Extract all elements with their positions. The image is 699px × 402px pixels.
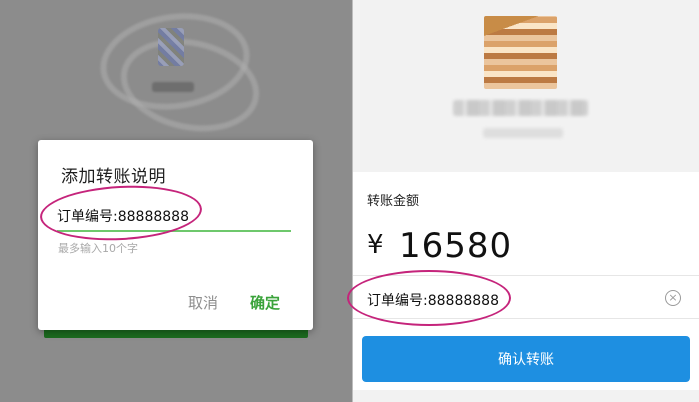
confirm-button[interactable]: 确定 — [250, 292, 280, 313]
note-input[interactable]: 订单编号:88888888 — [57, 206, 291, 226]
confirm-transfer-button[interactable]: 确认转账 — [362, 336, 690, 382]
amount-input[interactable]: 16580 — [399, 226, 512, 266]
blurred-payee-name — [453, 100, 588, 116]
transfer-form: 转账金额 ¥ 16580 订单编号:88888888 × 确认转账 — [353, 172, 699, 402]
right-screen: 转账金额 ¥ 16580 订单编号:88888888 × 确认转账 — [353, 0, 699, 402]
confirm-transfer-label: 确认转账 — [498, 352, 554, 368]
transfer-note-input[interactable]: 订单编号:88888888 — [367, 290, 499, 310]
bottom-spacer — [353, 390, 699, 402]
blurred-payee-account — [483, 128, 563, 138]
currency-symbol: ¥ — [367, 230, 384, 260]
blurred-name — [152, 82, 194, 92]
payee-avatar — [484, 16, 557, 89]
avatar — [158, 28, 184, 66]
payee-header — [353, 0, 699, 172]
add-note-dialog: 添加转账说明 订单编号:88888888 最多输入10个字 取消 确定 — [38, 140, 313, 330]
divider-line — [353, 275, 699, 276]
amount-label: 转账金额 — [367, 194, 420, 209]
divider-line — [353, 318, 699, 319]
input-hint: 最多输入10个字 — [58, 242, 138, 255]
left-screen: 添加转账说明 订单编号:88888888 最多输入10个字 取消 确定 — [0, 0, 352, 402]
cancel-button[interactable]: 取消 — [188, 292, 218, 313]
input-underline — [57, 230, 291, 232]
dialog-title: 添加转账说明 — [61, 167, 166, 187]
close-circle-icon[interactable]: × — [665, 290, 681, 306]
